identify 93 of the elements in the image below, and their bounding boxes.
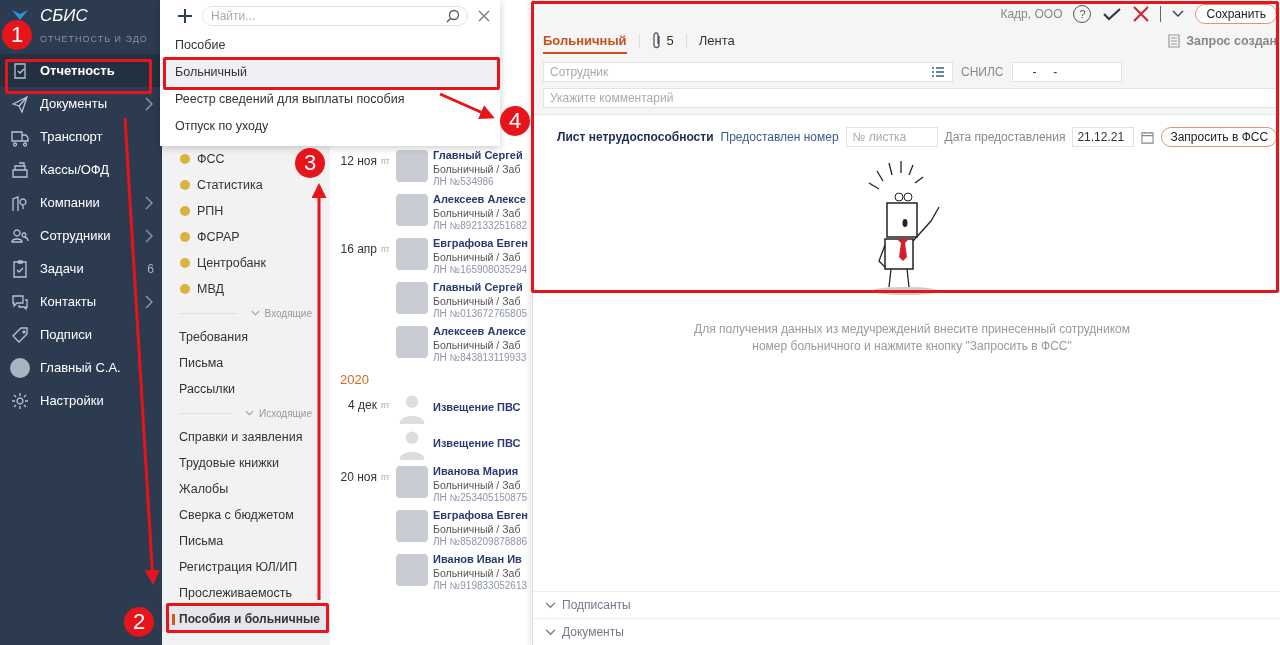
nav-item[interactable]: Задачи 6 [0, 252, 162, 285]
document-number: ЛН №892133251682 [433, 220, 528, 232]
section-item[interactable]: Жалобы [162, 476, 235, 502]
document-title[interactable]: Главный Сергей [433, 148, 523, 163]
year-label: 2020 [339, 371, 370, 389]
document-type: Больничный / Заб [433, 163, 522, 176]
date-label: 16 апр [340, 242, 377, 258]
section-item[interactable]: ФСРАР [162, 224, 246, 250]
document-title[interactable]: Извещение ПВС [433, 392, 521, 422]
search-field[interactable]: Найти... [202, 6, 468, 26]
sheet-number-field[interactable]: № листка [845, 127, 938, 147]
section-item[interactable]: МВД [162, 276, 230, 302]
snils-label: СНИЛС [961, 65, 1004, 79]
section-item[interactable]: Прослеживаемость [162, 580, 299, 606]
date-field[interactable]: 21.12.21 [1072, 127, 1135, 147]
nav-item[interactable]: Подписи [0, 318, 162, 351]
document-title[interactable]: Евграфова Евген [433, 236, 528, 251]
document-type: Больничный / Заб [433, 567, 522, 580]
tab[interactable]: Лента [698, 28, 735, 54]
document-title[interactable]: Иванов Иван Ив [433, 552, 528, 567]
section-item[interactable]: Статистика [162, 172, 269, 198]
number-link[interactable]: Предоставлен номер [720, 130, 839, 144]
document-number: ЛН №919833052613 [433, 580, 528, 592]
nav-item[interactable]: Сотрудники [0, 219, 162, 252]
nav-item[interactable]: Контакты [0, 285, 162, 318]
document-title[interactable]: Извещение ПВС [433, 428, 521, 458]
tab[interactable]: Больничный [543, 28, 627, 54]
section-item[interactable]: Сверка с бюджетом [162, 502, 300, 528]
save-button[interactable]: Сохранить [1195, 4, 1278, 24]
tab[interactable]: 5 [651, 27, 674, 55]
document-number: ЛН №253405150875 [433, 492, 528, 504]
document-number: ЛН №013672765805 [433, 308, 528, 320]
accordion-header[interactable]: Документы [533, 618, 1280, 645]
section-item[interactable]: Регистрация ЮЛ/ИП [162, 554, 304, 580]
nav-item[interactable]: Компании [0, 186, 162, 219]
document-title[interactable]: Евграфова Евген [433, 508, 528, 523]
section-item[interactable]: Центробанк [162, 250, 272, 276]
request-button[interactable]: Запросить в ФСС [1161, 127, 1278, 147]
document-type: Больничный / Заб [433, 207, 522, 220]
weekday-label: пт [381, 471, 390, 484]
weekday-label: пт [381, 155, 390, 168]
document-type: Больничный / Заб [433, 295, 522, 308]
hint-text: Для получения данных из медучреждений внесите принесенный сотрудником номер больничного и нажмите кнопку "Запросить в ФСС" [693, 321, 1131, 355]
nav-item[interactable]: Документы [0, 87, 162, 120]
document-type: Больничный / Заб [433, 251, 522, 264]
document-type: Больничный / Заб [433, 339, 522, 352]
group-label: Входящие [264, 307, 312, 319]
nav-item[interactable]: Транспорт [0, 120, 162, 153]
document-type: Больничный / Заб [433, 523, 522, 536]
section-item[interactable]: Письма [162, 528, 230, 554]
weekday-label: пт [381, 243, 390, 256]
section-item[interactable]: Требования [162, 324, 254, 350]
document-title[interactable]: Алексеев Алексе [433, 192, 528, 207]
logo-subtitle: ОТЧЕТНОСТЬ И ЭДО [40, 34, 149, 44]
document-number: ЛН №534986 [433, 176, 495, 188]
section-item[interactable]: ФСС [162, 146, 231, 172]
section-item[interactable]: Письма [162, 350, 230, 376]
section-item[interactable]: Справки и заявления [162, 424, 309, 450]
section-item[interactable]: Рассылки [162, 376, 242, 402]
date-label: 4 дек [348, 398, 377, 414]
nav-item[interactable]: Кассы/ОФД [0, 153, 162, 186]
menu-item[interactable]: Больничный [160, 59, 500, 86]
group-label: Исходящие [258, 407, 312, 419]
document-number: ЛН №858209878886 [433, 536, 528, 548]
organization-label: Кадр, ООО [1000, 7, 1063, 21]
employee-field[interactable]: Сотрудник [543, 62, 953, 82]
nav-item[interactable]: Отчетность [0, 54, 162, 87]
document-type: Больничный / Заб [433, 479, 522, 492]
request-status: Запрос создан [1186, 34, 1278, 48]
nav-item[interactable]: Главный С.А. [0, 351, 162, 384]
accordion-header[interactable]: Подписанты [533, 591, 1280, 618]
menu-item[interactable]: Пособие [160, 32, 500, 59]
section-item[interactable]: РПН [162, 198, 230, 224]
menu-item[interactable]: Реестр сведений для выплаты пособия [160, 86, 500, 113]
nav-item[interactable]: Настройки [0, 384, 162, 417]
weekday-label: пт [381, 399, 390, 412]
section-title: Лист нетрудоспособности [557, 130, 714, 144]
menu-item[interactable]: Отпуск по уходу [160, 113, 500, 140]
date-label: 12 ноя [340, 154, 377, 170]
date-label: 20 ноя [340, 470, 377, 486]
comment-field[interactable]: Укажите комментарий [543, 88, 1278, 108]
date-label: Дата предоставления [944, 130, 1066, 144]
accordion-label: Документы [562, 625, 624, 639]
logo-title: СБИС [40, 6, 89, 26]
accordion-label: Подписанты [562, 598, 631, 612]
document-number: ЛН №165908035294 [433, 264, 528, 276]
section-item[interactable]: Трудовые книжки [162, 450, 286, 476]
task-count: 6 [147, 261, 154, 276]
document-title[interactable]: Алексеев Алексе [433, 324, 527, 339]
document-number: ЛН №843813119933 [433, 352, 527, 364]
document-title[interactable]: Иванова Мария [433, 464, 528, 479]
snils-field[interactable]: - - [1011, 62, 1122, 82]
document-title[interactable]: Главный Сергей [433, 280, 528, 295]
